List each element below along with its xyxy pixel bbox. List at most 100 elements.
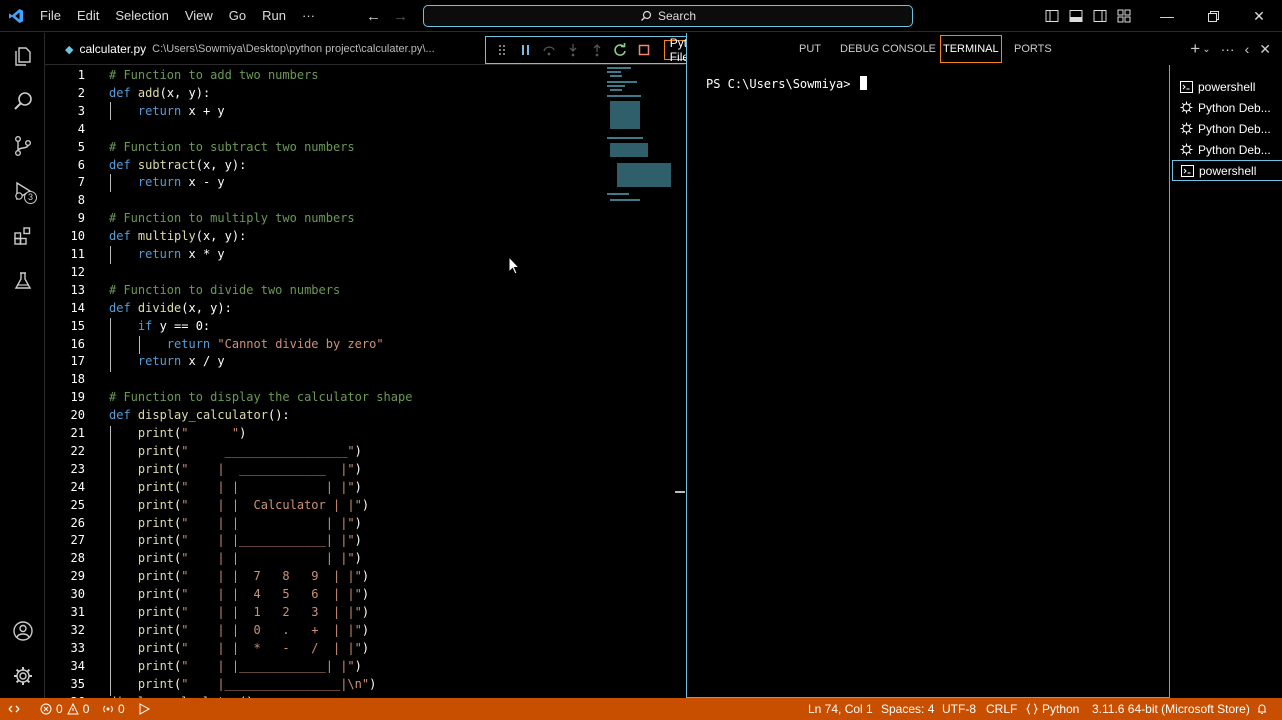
line-number: 21: [70, 426, 85, 440]
minimap[interactable]: [607, 67, 675, 207]
terminal-icon: [1180, 80, 1193, 93]
testing-flask-icon[interactable]: [0, 258, 45, 303]
customize-layout-icon[interactable]: [1112, 0, 1136, 32]
python-interpreter[interactable]: 3.11.6 64-bit (Microsoft Store): [1092, 698, 1250, 720]
code-line[interactable]: 7 return x - y: [45, 173, 605, 191]
restore-button[interactable]: [1190, 0, 1236, 32]
new-terminal-plus-icon[interactable]: +: [1190, 39, 1200, 59]
tab-debug-console[interactable]: DEBUG CONSOLE: [840, 33, 936, 65]
toggle-primary-sidebar-icon[interactable]: [1040, 0, 1064, 32]
code-line[interactable]: 9 # Function to multiply two numbers: [45, 209, 605, 227]
code-line[interactable]: 34 print(" | |____________| |"): [45, 657, 605, 675]
chevron-down-icon[interactable]: ⌄: [1202, 44, 1210, 55]
code-line[interactable]: 14 def divide(x, y):: [45, 299, 605, 317]
run-and-debug-icon[interactable]: 3: [0, 168, 45, 213]
editor-tab-calculater[interactable]: ◆ calculater.py C:\Users\Sowmiya\Desktop…: [65, 33, 435, 65]
code-line[interactable]: 32 print(" | | 0 . + | |"): [45, 621, 605, 639]
toggle-secondary-sidebar-icon[interactable]: [1088, 0, 1112, 32]
code-line[interactable]: 35 print(" |________________|\n"): [45, 675, 605, 693]
code-line[interactable]: 6 def subtract(x, y):: [45, 156, 605, 174]
ports-indicator[interactable]: 0: [102, 698, 125, 720]
terminal-item-python-debug[interactable]: Python Deb...: [1172, 118, 1282, 139]
extensions-icon[interactable]: [0, 213, 45, 258]
code-line[interactable]: 20 def display_calculator():: [45, 406, 605, 424]
stop-icon[interactable]: [636, 42, 652, 58]
code-line[interactable]: 25 print(" | | Calculator | |"): [45, 496, 605, 514]
encoding[interactable]: UTF-8: [942, 698, 976, 720]
terminal-item-powershell-active[interactable]: powershell: [1172, 160, 1282, 181]
end-of-line[interactable]: CRLF: [986, 698, 1017, 720]
accounts-icon[interactable]: [0, 608, 45, 653]
menu-more[interactable]: ···: [294, 0, 323, 32]
restart-icon[interactable]: [612, 42, 628, 58]
menu-file[interactable]: File: [32, 0, 69, 32]
debug-launch-icon: [139, 703, 151, 715]
problems-indicator[interactable]: 0 0: [40, 698, 89, 720]
code-line[interactable]: 28 print(" | | | |"): [45, 549, 605, 567]
code-line[interactable]: 5 # Function to subtract two numbers: [45, 138, 605, 156]
code-line[interactable]: 1 # Function to add two numbers: [45, 66, 605, 84]
menu-selection[interactable]: Selection: [107, 0, 176, 32]
command-center-search[interactable]: Search: [423, 5, 913, 27]
code-line[interactable]: 15 if y == 0:: [45, 317, 605, 335]
close-panel-icon[interactable]: ✕: [1259, 41, 1271, 58]
menu-go[interactable]: Go: [221, 0, 254, 32]
code-line[interactable]: 30 print(" | | 4 5 6 | |"): [45, 585, 605, 603]
tab-terminal[interactable]: TERMINAL: [940, 35, 1002, 63]
terminal-item-powershell[interactable]: powershell: [1172, 76, 1282, 97]
cursor-position[interactable]: Ln 74, Col 1: [808, 698, 873, 720]
notifications-bell-icon[interactable]: [1256, 698, 1268, 720]
code-line[interactable]: 10 def multiply(x, y):: [45, 227, 605, 245]
debug-launch-indicator[interactable]: [138, 698, 151, 720]
menu-edit[interactable]: Edit: [69, 0, 107, 32]
code-line[interactable]: 29 print(" | | 7 8 9 | |"): [45, 567, 605, 585]
remote-indicator[interactable]: [8, 698, 20, 720]
code-line[interactable]: 3 return x + y: [45, 102, 605, 120]
forward-arrow-icon[interactable]: →: [393, 8, 408, 25]
close-window-button[interactable]: ✕: [1236, 0, 1282, 32]
terminal[interactable]: PS C:\Users\Sowmiya>: [687, 65, 1170, 698]
code-line[interactable]: 13 # Function to divide two numbers: [45, 281, 605, 299]
code-line[interactable]: 23 print(" | ____________ |"): [45, 460, 605, 478]
back-arrow-icon[interactable]: ←: [366, 8, 381, 25]
more-actions-icon[interactable]: ···: [1221, 41, 1235, 57]
pause-icon[interactable]: [518, 42, 534, 58]
explorer-icon[interactable]: [0, 33, 45, 78]
code-line[interactable]: 8: [45, 191, 605, 209]
broadcast-icon: [103, 705, 113, 713]
terminal-list: powershell Python Deb... Python Deb... P…: [1172, 65, 1282, 698]
menu-run[interactable]: Run: [254, 0, 294, 32]
menu-view[interactable]: View: [177, 0, 221, 32]
code-line[interactable]: 27 print(" | |____________| |"): [45, 531, 605, 549]
code-line[interactable]: 26 print(" | | | |"): [45, 514, 605, 532]
minimize-button[interactable]: —: [1144, 0, 1190, 32]
code-line[interactable]: 24 print(" | | | |"): [45, 478, 605, 496]
chevron-left-icon[interactable]: ‹: [1245, 41, 1250, 57]
code-line[interactable]: 4: [45, 120, 605, 138]
code-line[interactable]: 21 print(" "): [45, 424, 605, 442]
terminal-item-python-debug[interactable]: Python Deb...: [1172, 97, 1282, 118]
code-line[interactable]: 17 return x / y: [45, 352, 605, 370]
terminal-item-python-debug[interactable]: Python Deb...: [1172, 139, 1282, 160]
code-line[interactable]: 19 # Function to display the calculator s…: [45, 388, 605, 406]
code-line[interactable]: 33 print(" | | * - / | |"): [45, 639, 605, 657]
language-mode[interactable]: Python: [1026, 698, 1079, 720]
indentation[interactable]: Spaces: 4: [881, 698, 934, 720]
search-view-icon[interactable]: [0, 78, 45, 123]
step-into-icon[interactable]: [565, 42, 581, 58]
source-control-icon[interactable]: [0, 123, 45, 168]
code-line[interactable]: 16 return "Cannot divide by zero": [45, 335, 605, 353]
toggle-panel-icon[interactable]: [1064, 0, 1088, 32]
drag-handle-icon[interactable]: [494, 42, 510, 58]
code-line[interactable]: 22 print(" _________________"): [45, 442, 605, 460]
step-out-icon[interactable]: [589, 42, 605, 58]
code-editor[interactable]: 1 # Function to add two numbers 2 def add(x…: [45, 65, 685, 698]
code-line[interactable]: 2 def add(x, y):: [45, 84, 605, 102]
tab-output[interactable]: PUT: [799, 33, 821, 65]
code-line[interactable]: 31 print(" | | 1 2 3 | |"): [45, 603, 605, 621]
manage-gear-icon[interactable]: [0, 653, 45, 698]
step-over-icon[interactable]: [541, 42, 557, 58]
tab-ports[interactable]: PORTS: [1014, 33, 1052, 65]
editor-scrollbar[interactable]: [675, 491, 685, 493]
code-line[interactable]: 18: [45, 370, 605, 388]
